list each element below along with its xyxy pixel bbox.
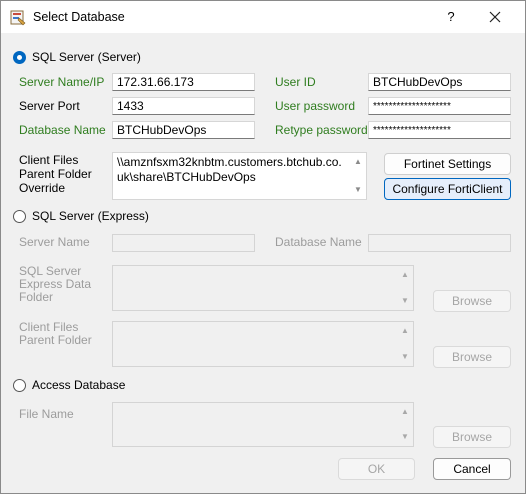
scroll-up-icon[interactable]: ▲ — [399, 270, 411, 280]
fortinet-settings-button[interactable]: Fortinet Settings — [384, 153, 511, 175]
file-name-browse-button[interactable]: Browse — [433, 426, 511, 448]
sql-server-radio[interactable] — [13, 51, 26, 64]
user-id-input[interactable]: BTCHubDevOps — [368, 73, 511, 91]
data-folder-browse-button[interactable]: Browse — [433, 290, 511, 312]
client-files-override-memo[interactable]: \\amznfsxm32knbtm.customers.btchub.co.uk… — [112, 152, 367, 200]
access-database-radio[interactable] — [13, 379, 26, 392]
retype-password-label: Retype password — [275, 123, 368, 137]
sql-express-radio[interactable] — [13, 210, 26, 223]
sql-express-radio-label[interactable]: SQL Server (Express) — [32, 209, 149, 223]
express-client-files-label: Client Files Parent Folder — [19, 320, 92, 347]
configure-forticlient-button[interactable]: Configure FortiClient — [384, 178, 511, 200]
close-icon[interactable] — [483, 7, 507, 27]
express-server-name-input[interactable] — [112, 234, 255, 252]
client-files-override-label: Client Files Parent Folder Override — [19, 153, 92, 195]
scroll-down-icon[interactable]: ▼ — [399, 432, 411, 442]
scroll-up-icon[interactable]: ▲ — [399, 326, 411, 336]
client-files-browse-button[interactable]: Browse — [433, 346, 511, 368]
express-database-name-label: Database Name — [275, 235, 362, 249]
ok-button[interactable]: OK — [338, 458, 415, 480]
server-name-label: Server Name/IP — [19, 75, 105, 89]
scroll-down-icon[interactable]: ▼ — [399, 352, 411, 362]
help-button[interactable]: ? — [441, 7, 461, 27]
cancel-button[interactable]: Cancel — [433, 458, 511, 480]
scroll-down-icon[interactable]: ▼ — [399, 296, 411, 306]
sql-server-radio-label[interactable]: SQL Server (Server) — [32, 50, 141, 64]
express-client-files-memo[interactable]: ▲ ▼ — [112, 321, 414, 367]
user-password-input[interactable]: ******************** — [368, 97, 511, 115]
select-database-dialog: Select Database ? SQL Server (Server) Se… — [0, 0, 526, 494]
user-password-label: User password — [275, 99, 356, 113]
express-data-folder-label: SQL Server Express Data Folder — [19, 264, 92, 304]
database-name-input[interactable]: BTCHubDevOps — [112, 121, 255, 139]
client-files-override-text: \\amznfsxm32knbtm.customers.btchub.co.uk… — [117, 155, 342, 184]
express-database-name-input[interactable] — [368, 234, 511, 252]
server-port-label: Server Port — [19, 99, 80, 113]
window-title: Select Database — [33, 10, 125, 24]
title-bar: Select Database ? — [1, 1, 525, 33]
scroll-up-icon[interactable]: ▲ — [352, 157, 364, 167]
server-port-input[interactable]: 1433 — [112, 97, 255, 115]
user-id-label: User ID — [275, 75, 316, 89]
express-server-name-label: Server Name — [19, 235, 90, 249]
scroll-up-icon[interactable]: ▲ — [399, 407, 411, 417]
access-database-radio-label[interactable]: Access Database — [32, 378, 125, 392]
memo-scrollbar[interactable]: ▲ ▼ — [399, 268, 411, 308]
memo-scrollbar[interactable]: ▲ ▼ — [399, 324, 411, 364]
database-name-label: Database Name — [19, 123, 106, 137]
database-app-icon — [10, 10, 26, 26]
file-name-memo[interactable]: ▲ ▼ — [112, 402, 414, 447]
retype-password-input[interactable]: ******************** — [368, 121, 511, 139]
memo-scrollbar[interactable]: ▲ ▼ — [352, 155, 364, 197]
server-name-input[interactable]: 172.31.66.173 — [112, 73, 255, 91]
file-name-label: File Name — [19, 407, 74, 421]
scroll-down-icon[interactable]: ▼ — [352, 185, 364, 195]
express-data-folder-memo[interactable]: ▲ ▼ — [112, 265, 414, 311]
memo-scrollbar[interactable]: ▲ ▼ — [399, 405, 411, 444]
